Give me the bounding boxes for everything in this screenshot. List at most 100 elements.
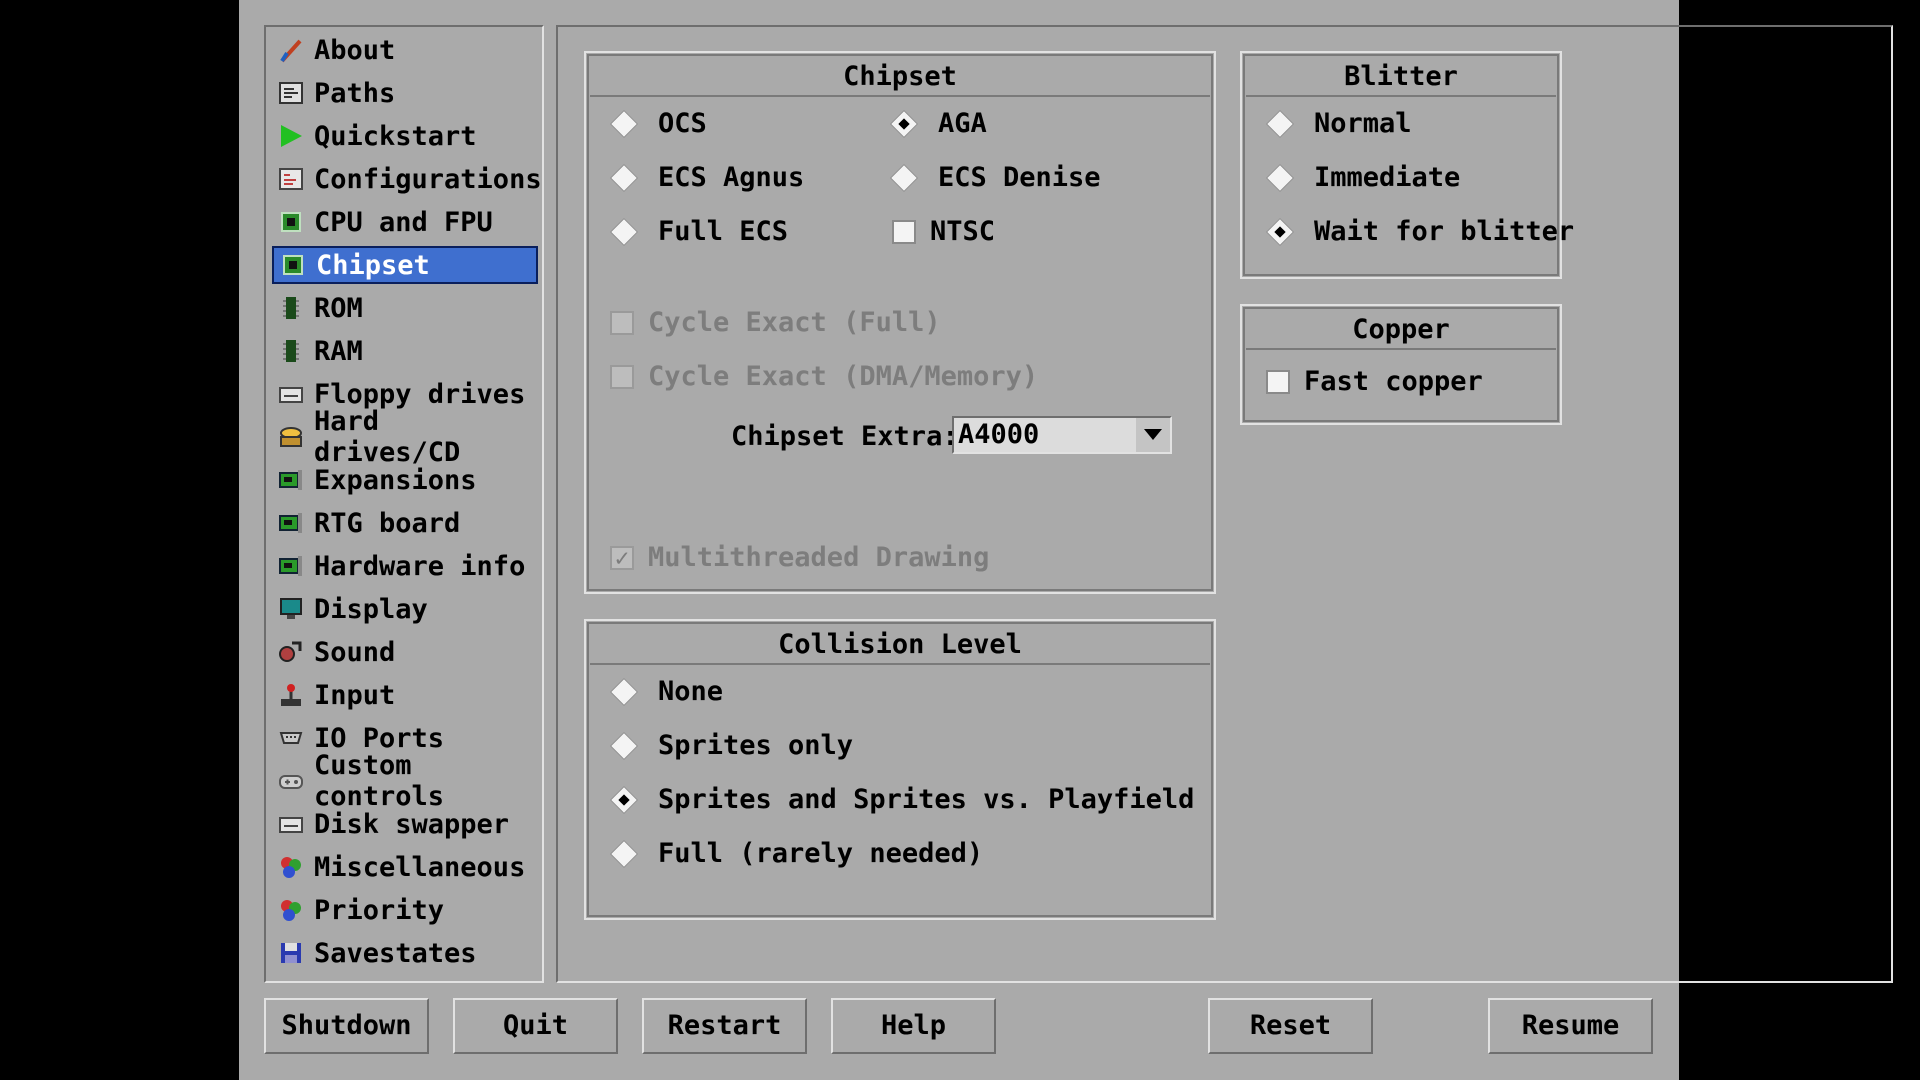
save-disk-icon	[278, 940, 304, 966]
ram-icon	[278, 338, 304, 364]
sidebar-item-rtg-board[interactable]: RTG board	[272, 504, 538, 542]
sidebar-item-expansions[interactable]: Expansions	[272, 461, 538, 499]
sidebar-item-ram[interactable]: RAM	[272, 332, 538, 370]
sidebar-item-chipset[interactable]: Chipset	[272, 246, 538, 284]
blitter-radio-wait[interactable]: Wait for blitter	[1265, 216, 1574, 247]
sidebar-item-sound[interactable]: Sound	[272, 633, 538, 671]
radio-indicator	[889, 163, 919, 192]
option-label: AGA	[938, 108, 987, 139]
sidebar-item-label: Custom controls	[314, 750, 445, 812]
option-label: OCS	[658, 108, 707, 139]
radio-indicator	[1265, 163, 1295, 192]
sidebar-item-rom[interactable]: ROM	[272, 289, 538, 327]
sound-icon	[278, 639, 304, 665]
fast-copper-checkbox[interactable]: Fast copper	[1266, 366, 1483, 397]
collision-radio-sprites-only[interactable]: Sprites only	[609, 730, 854, 761]
collision-level-group: Collision Level None Sprites only Sprite…	[584, 619, 1216, 920]
collision-radio-full[interactable]: Full (rarely needed)	[609, 838, 984, 869]
cpu-icon	[278, 209, 304, 235]
sidebar-item-hardware-info[interactable]: Hardware info	[272, 547, 538, 585]
shutdown-button[interactable]: Shutdown	[264, 998, 429, 1054]
copper-group: Copper Fast copper	[1240, 304, 1562, 425]
sidebar-item-label: Quickstart	[314, 120, 477, 152]
blitter-radio-immediate[interactable]: Immediate	[1265, 162, 1460, 193]
sidebar-item-label: Expansions	[314, 464, 477, 496]
sidebar-item-miscellaneous[interactable]: Miscellaneous	[272, 848, 538, 886]
chipset-radio-full-ecs[interactable]: Full ECS	[609, 216, 788, 247]
sidebar-item-disk-swapper[interactable]: Disk swapper	[272, 805, 538, 843]
display-icon	[278, 596, 304, 622]
blitter-group: Blitter Normal Immediate Wait for blitte…	[1240, 51, 1574, 279]
chipset-group: Chipset OCS AGA ECS Agnus ECS Denise Ful…	[584, 51, 1216, 594]
sidebar-item-label: Display	[314, 593, 428, 625]
sidebar-item-label: Sound	[314, 636, 396, 668]
ntsc-checkbox[interactable]: NTSC	[892, 216, 995, 247]
chipset-radio-ecs-agnus[interactable]: ECS Agnus	[609, 162, 805, 193]
radio-indicator	[609, 217, 639, 246]
sidebar-item-label: Input	[314, 679, 396, 711]
quit-button[interactable]: Quit	[453, 998, 618, 1054]
option-label: ECS Agnus	[658, 162, 805, 193]
hardware-info-icon	[278, 553, 304, 579]
collision-radio-none[interactable]: None	[609, 676, 723, 707]
chipset-radio-ecs-denise[interactable]: ECS Denise	[889, 162, 1101, 193]
blitter-radio-normal[interactable]: Normal	[1265, 108, 1412, 139]
restart-button[interactable]: Restart	[642, 998, 807, 1054]
chipset-icon	[280, 252, 306, 278]
help-button[interactable]: Help	[831, 998, 996, 1054]
radio-indicator	[609, 163, 639, 192]
sidebar-item-label: Savestates	[314, 937, 477, 969]
copper-group-title: Copper	[1246, 310, 1556, 350]
cycle-exact-full-checkbox[interactable]: Cycle Exact (Full)	[610, 307, 941, 338]
sidebar-item-custom-controls[interactable]: Custom controls	[272, 750, 538, 812]
chipset-group-title: Chipset	[590, 57, 1210, 97]
sidebar-item-quickstart[interactable]: Quickstart	[272, 117, 538, 155]
checkbox-box	[1266, 369, 1290, 394]
chevron-down-icon	[1136, 418, 1170, 452]
collision-radio-sprites-playfield[interactable]: Sprites and Sprites vs. Playfield	[609, 784, 1194, 815]
option-label: NTSC	[930, 216, 996, 247]
configurations-icon	[278, 166, 304, 192]
option-label: ECS Denise	[938, 162, 1101, 193]
sidebar-item-input[interactable]: Input	[272, 676, 538, 714]
checkbox-box	[892, 219, 916, 244]
sidebar-item-cpu-and-fpu[interactable]: CPU and FPU	[272, 203, 538, 241]
chipset-extra-dropdown[interactable]: A4000	[952, 416, 1172, 454]
chipset-radio-aga[interactable]: AGA	[889, 108, 987, 139]
sidebar-item-label: Disk swapper	[314, 808, 510, 840]
sidebar: About Paths Quickstart Configurations CP…	[264, 25, 544, 983]
option-label: Normal	[1314, 108, 1412, 139]
reset-button[interactable]: Reset	[1208, 998, 1373, 1054]
disk-swapper-icon	[278, 811, 304, 837]
sidebar-item-display[interactable]: Display	[272, 590, 538, 628]
gamepad-icon	[278, 768, 304, 794]
sidebar-item-label: RTG board	[314, 507, 461, 539]
sidebar-item-savestates[interactable]: Savestates	[272, 934, 538, 972]
radio-indicator	[609, 109, 639, 138]
sidebar-item-label: Paths	[314, 77, 396, 109]
sidebar-item-label: CPU and FPU	[314, 206, 493, 238]
checkbox-box	[610, 310, 634, 335]
sidebar-item-label: Chipset	[316, 249, 430, 281]
radio-indicator	[609, 677, 639, 706]
multithreaded-drawing-checkbox[interactable]: ✓ Multithreaded Drawing	[610, 542, 989, 573]
sidebar-item-hard-drives-cd[interactable]: Hard drives/CD	[272, 406, 538, 468]
sidebar-item-label: Floppy drives	[314, 378, 526, 410]
sidebar-item-label: Miscellaneous	[314, 851, 526, 883]
sidebar-item-about[interactable]: About	[272, 31, 538, 69]
option-label: Full (rarely needed)	[658, 838, 984, 869]
resume-button[interactable]: Resume	[1488, 998, 1653, 1054]
sidebar-item-paths[interactable]: Paths	[272, 74, 538, 112]
sidebar-item-priority[interactable]: Priority	[272, 891, 538, 929]
radio-indicator	[889, 109, 919, 138]
chipset-radio-ocs[interactable]: OCS	[609, 108, 707, 139]
floppy-icon	[278, 381, 304, 407]
cycle-exact-dma-checkbox[interactable]: Cycle Exact (DMA/Memory)	[610, 361, 1038, 392]
sidebar-item-label: IO Ports	[314, 722, 445, 754]
sidebar-item-configurations[interactable]: Configurations	[272, 160, 542, 198]
option-label: Sprites only	[658, 730, 854, 761]
blitter-group-title: Blitter	[1246, 57, 1556, 97]
miscellaneous-icon	[278, 854, 304, 880]
gui-window: About Paths Quickstart Configurations CP…	[239, 0, 1893, 1080]
sidebar-item-label: Hard drives/CD	[314, 406, 461, 468]
